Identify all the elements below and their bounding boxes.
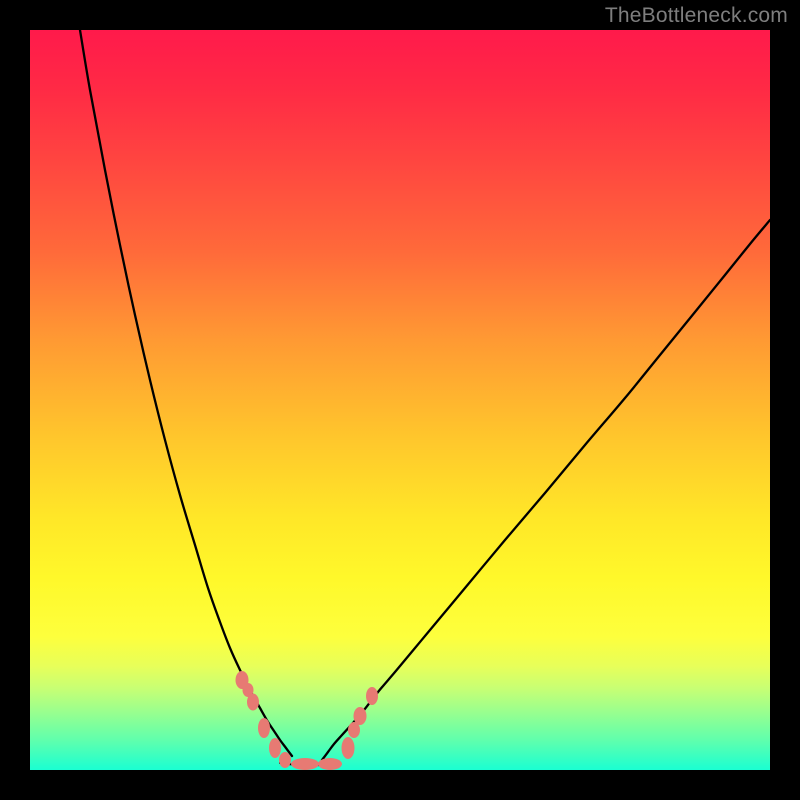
data-marker-3 [258,718,270,738]
data-marker-2 [247,694,259,711]
curve-curve-right [322,220,770,760]
data-marker-10 [354,707,367,725]
chart-frame: TheBottleneck.com [0,0,800,800]
data-marker-5 [279,752,291,768]
plot-area [30,30,770,770]
data-marker-7 [318,758,342,770]
curve-layer [30,30,770,770]
data-marker-6 [291,758,319,770]
data-marker-11 [366,687,378,705]
data-marker-8 [342,737,355,759]
data-marker-4 [269,738,281,758]
watermark-text: TheBottleneck.com [605,4,788,28]
curve-curve-left [80,30,292,756]
